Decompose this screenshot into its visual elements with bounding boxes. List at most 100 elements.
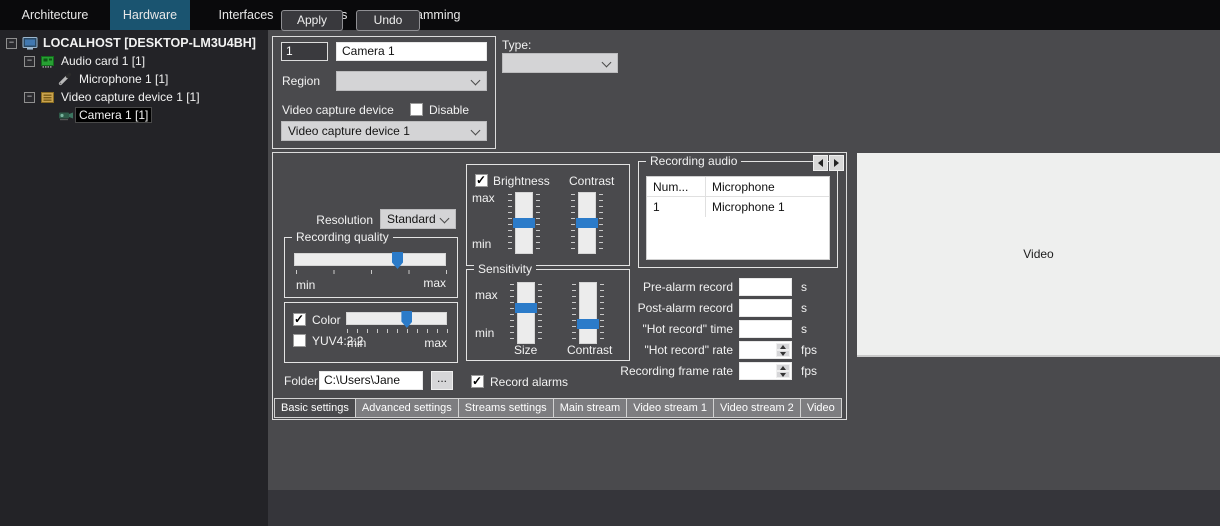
apply-button[interactable]: Apply: [281, 10, 343, 31]
field-label: "Hot record" rate: [644, 343, 733, 357]
undo-button[interactable]: Undo: [356, 10, 420, 31]
slider-thumb[interactable]: [392, 252, 403, 269]
field-label: Recording frame rate: [620, 364, 733, 378]
field-label: Post-alarm record: [637, 301, 733, 315]
tree-item-microphone-1-1[interactable]: Microphone 1 [1]: [0, 70, 268, 88]
field-row-hot-record-rate: "Hot record" rate fps: [273, 341, 846, 361]
spin-down-icon[interactable]: [776, 350, 790, 357]
chevron-down-icon: [601, 57, 612, 68]
unit-label: fps: [801, 364, 818, 378]
hot-record-time-input[interactable]: [739, 320, 792, 338]
post-alarm-record-input[interactable]: [739, 299, 792, 317]
device-tree: − LOCALHOST [DESKTOP-LM3U4BH] − Audio card …: [0, 30, 268, 124]
footer-bar: [268, 490, 1220, 526]
video-preview-label: Video: [1023, 247, 1054, 261]
table-header-row: Num... Microphone: [647, 177, 829, 197]
expander-icon[interactable]: −: [6, 37, 17, 49]
recording-quality-legend: Recording quality: [292, 230, 393, 244]
right-arrow-icon: [834, 159, 843, 167]
field-row-post-alarm-record: Post-alarm record s: [273, 299, 846, 319]
hot-record-rate-input[interactable]: [739, 341, 792, 359]
slider-thumb[interactable]: [576, 218, 598, 228]
disable-checkbox[interactable]: [410, 103, 423, 116]
min-label: min: [472, 237, 492, 251]
device-tree-panel: − LOCALHOST [DESKTOP-LM3U4BH] − Audio card …: [0, 30, 268, 526]
tree-item-audio-card-1-1[interactable]: − Audio card 1 [1]: [0, 52, 268, 70]
slider-ticks: [508, 194, 512, 254]
column-header[interactable]: Microphone: [706, 177, 829, 197]
resolution-select[interactable]: Standard: [380, 209, 456, 229]
region-label: Region: [282, 74, 321, 88]
tab-video[interactable]: Video: [800, 398, 842, 418]
region-select[interactable]: [336, 71, 487, 91]
table-row[interactable]: 1 Microphone 1: [647, 197, 829, 217]
field-row-pre-alarm-record: Pre-alarm record s: [273, 278, 846, 298]
spinner-buttons[interactable]: [776, 364, 790, 378]
recording-audio-legend: Recording audio: [646, 154, 742, 168]
brightness-slider[interactable]: [513, 192, 535, 254]
tab-video-stream-2[interactable]: Video stream 2: [714, 398, 801, 418]
field-row-recording-frame-rate: Recording frame rate fps: [273, 362, 846, 382]
brightness-group: Brightness Contrast max min: [466, 164, 630, 266]
monitor-icon: [22, 36, 40, 50]
slider-ticks: [536, 194, 540, 254]
contrast-label: Contrast: [569, 174, 615, 188]
chevron-down-icon: [470, 125, 481, 136]
table-cell: Microphone 1: [712, 200, 785, 214]
tab-main-stream[interactable]: Main stream: [553, 398, 628, 418]
recording-quality-slider[interactable]: [294, 252, 446, 269]
left-arrow-icon: [814, 159, 823, 167]
brightness-checkbox[interactable]: [475, 173, 488, 187]
tree-item-camera-1-1[interactable]: Camera 1 [1]: [0, 106, 268, 124]
chevron-down-icon: [439, 213, 450, 224]
slider-ticks: [571, 194, 575, 254]
tree-item-localhost-desktop-lm3u4bh[interactable]: − LOCALHOST [DESKTOP-LM3U4BH]: [0, 34, 268, 52]
tree-item-label: Video capture device 1 [1]: [61, 90, 200, 104]
tab-basic-settings[interactable]: Basic settings: [274, 398, 356, 418]
spinner-buttons[interactable]: [776, 343, 790, 357]
scroll-right-button[interactable]: [829, 155, 844, 171]
chevron-down-icon: [470, 75, 481, 86]
device-label: Video capture device: [282, 103, 394, 117]
slider-ticks: [296, 270, 447, 274]
spin-down-icon[interactable]: [776, 371, 790, 378]
tree-item-label: Audio card 1 [1]: [61, 54, 146, 68]
recording-frame-rate-input[interactable]: [739, 362, 792, 380]
field-label: "Hot record" time: [642, 322, 733, 336]
unit-label: s: [801, 301, 807, 315]
resolution-label: Resolution: [316, 213, 373, 227]
pre-alarm-record-input[interactable]: [739, 278, 792, 296]
expander-icon[interactable]: −: [24, 91, 35, 103]
type-select[interactable]: [502, 53, 618, 73]
camera-name-field[interactable]: Camera 1: [336, 42, 487, 61]
scroll-left-button[interactable]: [813, 155, 828, 171]
column-header[interactable]: Num...: [647, 177, 706, 197]
sensitivity-legend: Sensitivity: [474, 262, 537, 276]
tree-item-video-capture-device-1-1[interactable]: − Video capture device 1 [1]: [0, 88, 268, 106]
menu-tab-hardware[interactable]: Hardware: [110, 0, 190, 30]
camera-id-field[interactable]: 1: [281, 42, 328, 61]
device-select[interactable]: Video capture device 1: [281, 121, 487, 141]
spin-up-icon[interactable]: [776, 364, 790, 371]
tree-item-label: Microphone 1 [1]: [79, 72, 169, 86]
recording-audio-group: Recording audio Num... Microphone 1 Microph…: [638, 154, 838, 268]
field-row-hot-record-time: "Hot record" time s: [273, 320, 846, 340]
tree-item-label: Camera 1 [1]: [74, 107, 153, 123]
slider-thumb[interactable]: [513, 218, 535, 228]
field-label: Pre-alarm record: [642, 280, 733, 294]
tab-streams-settings[interactable]: Streams settings: [458, 398, 554, 418]
expander-icon[interactable]: −: [24, 55, 35, 67]
spin-up-icon[interactable]: [776, 343, 790, 350]
table-cell: 1: [647, 197, 706, 217]
settings-tabs: Basic settings Advanced settings Streams s…: [274, 398, 845, 418]
unit-label: fps: [801, 343, 818, 357]
tab-advanced-settings[interactable]: Advanced settings: [355, 398, 459, 418]
slider-ticks: [599, 194, 603, 254]
contrast-slider[interactable]: [576, 192, 598, 254]
unit-label: s: [801, 322, 807, 336]
tab-video-stream-1[interactable]: Video stream 1: [627, 398, 715, 418]
menu-tab-architecture[interactable]: Architecture: [0, 0, 110, 30]
audio-card-icon: [40, 55, 58, 68]
video-capture-icon: [40, 91, 58, 104]
max-label: max: [472, 191, 495, 205]
